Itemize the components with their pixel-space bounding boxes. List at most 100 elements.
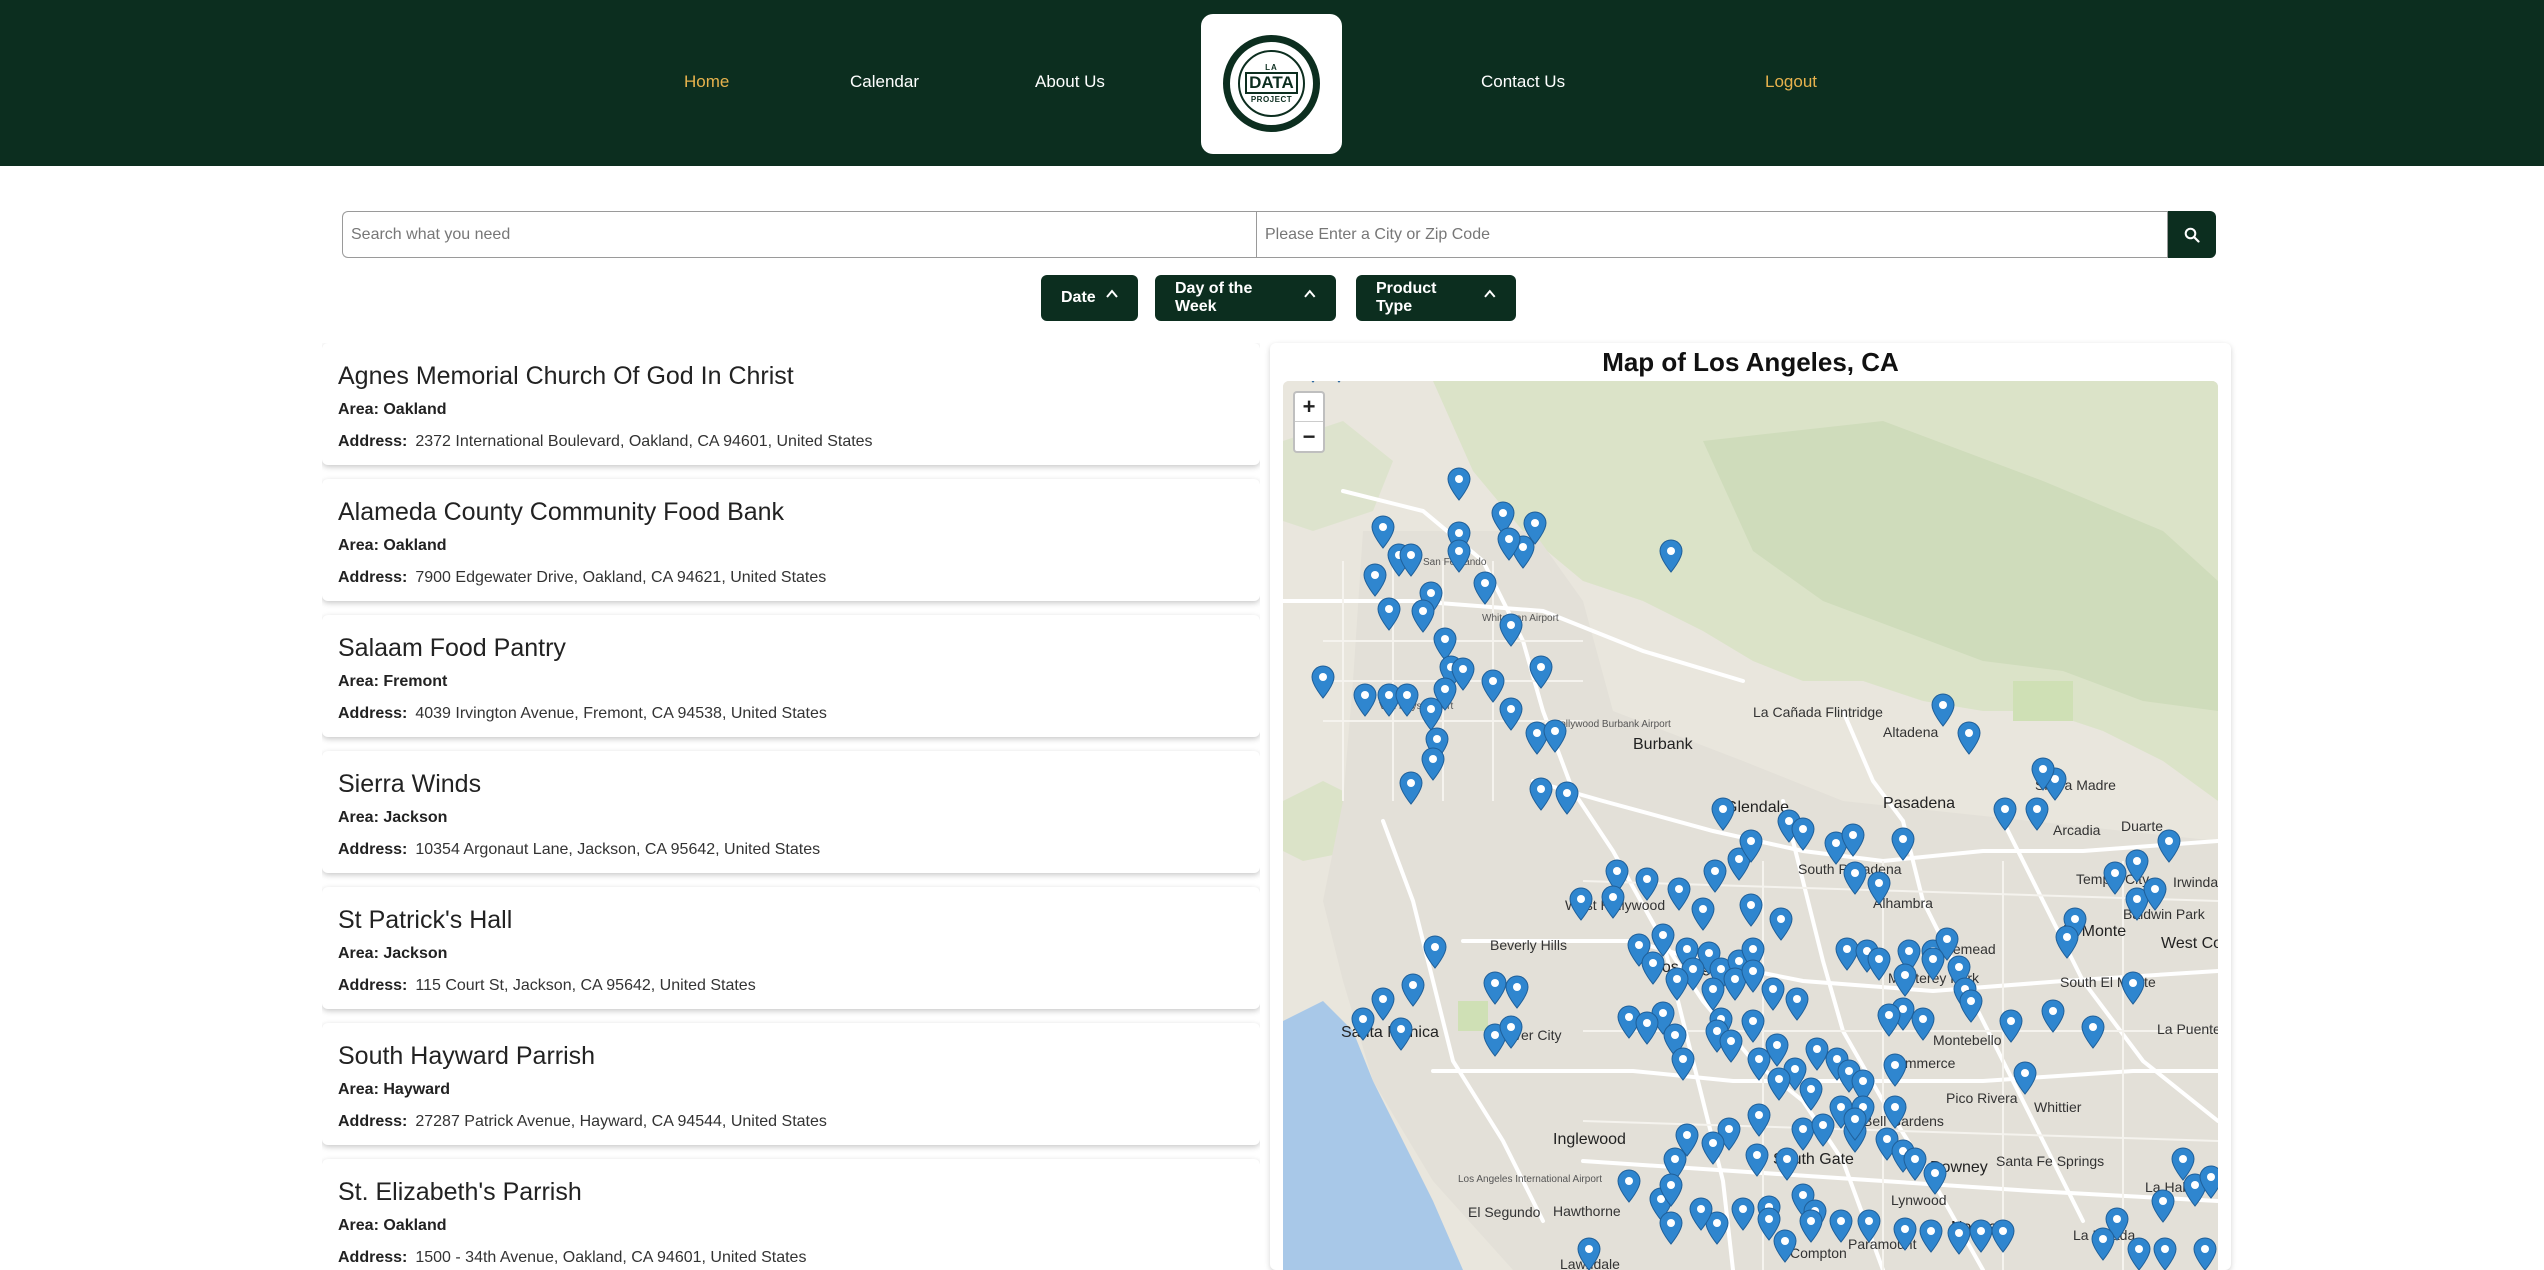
map-marker-icon[interactable]	[1747, 1103, 1771, 1137]
map-marker-icon[interactable]	[1891, 827, 1915, 861]
map-marker-icon[interactable]	[1841, 823, 1865, 857]
map-marker-icon[interactable]	[1883, 1053, 1907, 1087]
map-marker-icon[interactable]	[2193, 1237, 2217, 1270]
map-marker-icon[interactable]	[1499, 1015, 1523, 1049]
map-marker-icon[interactable]	[1301, 381, 1325, 383]
map-marker-icon[interactable]	[1701, 977, 1725, 1011]
map-marker-icon[interactable]	[1741, 1009, 1765, 1043]
map-marker-icon[interactable]	[1767, 1067, 1791, 1101]
map-marker-icon[interactable]	[1601, 885, 1625, 919]
map-marker-icon[interactable]	[1701, 1131, 1725, 1165]
map-marker-icon[interactable]	[1411, 599, 1435, 633]
map-marker-icon[interactable]	[1991, 1219, 2015, 1253]
map-marker-icon[interactable]	[1577, 1237, 1601, 1270]
map-marker-icon[interactable]	[1635, 867, 1659, 901]
map-marker-icon[interactable]	[2031, 757, 2055, 791]
map-marker-icon[interactable]	[1421, 747, 1445, 781]
map-marker-icon[interactable]	[2127, 1237, 2151, 1270]
map-marker-icon[interactable]	[1353, 683, 1377, 717]
map-marker-icon[interactable]	[1921, 947, 1945, 981]
map-marker-icon[interactable]	[1993, 797, 2017, 831]
map-marker-icon[interactable]	[1529, 777, 1553, 811]
map-marker-icon[interactable]	[1731, 1197, 1755, 1231]
list-item[interactable]: Sierra Winds Area: Jackson Address: 10354…	[322, 751, 1260, 873]
location-input[interactable]	[1256, 211, 2168, 258]
map-marker-icon[interactable]	[1867, 871, 1891, 905]
map-marker-icon[interactable]	[1363, 563, 1387, 597]
map-marker-icon[interactable]	[1483, 971, 1507, 1005]
map-marker-icon[interactable]	[1957, 721, 1981, 755]
map-marker-icon[interactable]	[2121, 971, 2145, 1005]
map-marker-icon[interactable]	[1419, 697, 1443, 731]
map-marker-icon[interactable]	[1401, 973, 1425, 1007]
map-marker-icon[interactable]	[1829, 1209, 1853, 1243]
map-marker-icon[interactable]	[1399, 771, 1423, 805]
map-marker-icon[interactable]	[1659, 539, 1683, 573]
map-marker-icon[interactable]	[1999, 1009, 2023, 1043]
list-item[interactable]: Agnes Memorial Church Of God In Christ A…	[322, 343, 1260, 465]
map-marker-icon[interactable]	[1791, 817, 1815, 851]
map-marker-icon[interactable]	[2157, 829, 2181, 863]
map-marker-icon[interactable]	[2041, 999, 2065, 1033]
map-marker-icon[interactable]	[1719, 1029, 1743, 1063]
map-marker-icon[interactable]	[2055, 925, 2079, 959]
map-marker-icon[interactable]	[1911, 1007, 1935, 1041]
map-marker-icon[interactable]	[1529, 655, 1553, 689]
map-marker-icon[interactable]	[2199, 1165, 2218, 1199]
map-marker-icon[interactable]	[2153, 1237, 2177, 1270]
list-item[interactable]: St Patrick's Hall Area: Jackson Address:…	[322, 887, 1260, 1009]
map-marker-icon[interactable]	[1395, 683, 1419, 717]
map-marker-icon[interactable]	[1867, 947, 1891, 981]
product-type-filter-button[interactable]: Product Type	[1356, 275, 1516, 321]
map-marker-icon[interactable]	[1919, 1219, 1943, 1253]
map-marker-icon[interactable]	[1327, 381, 1351, 383]
map-marker-icon[interactable]	[1785, 987, 1809, 1021]
map-marker-icon[interactable]	[1665, 967, 1689, 1001]
map-marker-icon[interactable]	[1739, 829, 1763, 863]
map-marker-icon[interactable]	[1843, 1107, 1867, 1141]
map-marker-icon[interactable]	[1451, 657, 1475, 691]
map-marker-icon[interactable]	[1499, 613, 1523, 647]
map-marker-icon[interactable]	[1473, 571, 1497, 605]
map-marker-icon[interactable]	[1703, 859, 1727, 893]
map-marker-icon[interactable]	[2025, 797, 2049, 831]
map-marker-icon[interactable]	[1399, 543, 1423, 577]
map-marker-icon[interactable]	[1423, 935, 1447, 969]
day-of-week-filter-button[interactable]: Day of the Week	[1155, 275, 1336, 321]
date-filter-button[interactable]: Date	[1041, 275, 1138, 321]
map-marker-icon[interactable]	[1447, 539, 1471, 573]
map-marker-icon[interactable]	[1931, 693, 1955, 727]
map-marker-icon[interactable]	[1351, 1007, 1375, 1041]
map-marker-icon[interactable]	[1843, 861, 1867, 895]
map-marker-icon[interactable]	[1617, 1169, 1641, 1203]
map-marker-icon[interactable]	[1773, 1229, 1797, 1263]
map-marker-icon[interactable]	[1667, 877, 1691, 911]
map-marker-icon[interactable]	[1659, 1211, 1683, 1245]
site-logo[interactable]: LA DATA PROJECT	[1201, 14, 1342, 154]
map-marker-icon[interactable]	[1499, 697, 1523, 731]
map-marker-icon[interactable]	[1775, 1147, 1799, 1181]
map-marker-icon[interactable]	[1893, 963, 1917, 997]
map-marker-icon[interactable]	[1389, 1017, 1413, 1051]
nav-logout-link[interactable]: Logout	[1765, 72, 1817, 92]
map-marker-icon[interactable]	[2151, 1189, 2175, 1223]
map-marker-icon[interactable]	[1923, 1161, 1947, 1195]
search-button[interactable]	[2168, 211, 2216, 258]
map-marker-icon[interactable]	[1959, 989, 1983, 1023]
zoom-out-button[interactable]: −	[1295, 422, 1323, 451]
map-marker-icon[interactable]	[1543, 719, 1567, 753]
map-marker-icon[interactable]	[1311, 665, 1335, 699]
zoom-in-button[interactable]: +	[1295, 393, 1323, 422]
map-marker-icon[interactable]	[1447, 467, 1471, 501]
map-marker-icon[interactable]	[1635, 1011, 1659, 1045]
map-marker-icon[interactable]	[1497, 527, 1521, 561]
map-marker-icon[interactable]	[1947, 1221, 1971, 1255]
map-marker-icon[interactable]	[1857, 1209, 1881, 1243]
list-item[interactable]: South Hayward Parrish Area: Hayward Addr…	[322, 1023, 1260, 1145]
map-marker-icon[interactable]	[2091, 1227, 2115, 1261]
map-canvas[interactable]: San FernandoVan Nuys AirportWhiteman Air…	[1283, 381, 2218, 1270]
map-marker-icon[interactable]	[1769, 907, 1793, 941]
list-item[interactable]: St. Elizabeth's Parrish Area: Oakland Ad…	[322, 1159, 1260, 1270]
map-marker-icon[interactable]	[1969, 1219, 1993, 1253]
map-marker-icon[interactable]	[1689, 1197, 1713, 1231]
